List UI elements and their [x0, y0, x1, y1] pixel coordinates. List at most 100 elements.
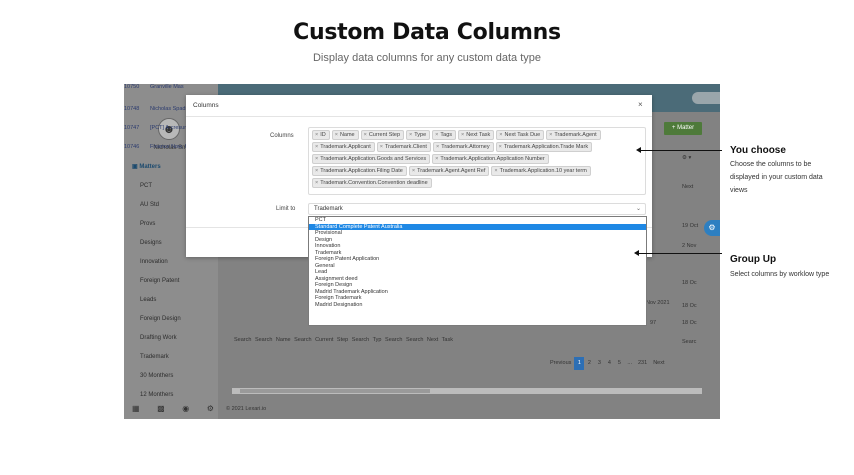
arrow-group-up: [634, 250, 722, 256]
remove-tag-icon[interactable]: ×: [315, 144, 318, 150]
chevron-down-icon: ⌄: [635, 206, 641, 212]
page-link[interactable]: ...: [624, 357, 635, 370]
sidebar-item[interactable]: Leads: [124, 291, 218, 310]
row-id[interactable]: 10746: [124, 144, 150, 150]
page-link[interactable]: 5: [614, 357, 624, 370]
column-tag[interactable]: × Current Step: [360, 130, 405, 140]
page: Custom Data Columns Display data columns…: [0, 0, 854, 475]
grid-icon[interactable]: ▩: [157, 404, 165, 413]
remove-tag-icon[interactable]: ×: [549, 132, 552, 138]
limit-to-value: Trademark: [314, 206, 343, 212]
column-tag[interactable]: × Type: [406, 130, 431, 140]
remove-tag-icon[interactable]: ×: [409, 132, 412, 138]
annotation-title: Group Up: [730, 254, 777, 265]
topbar-search-input[interactable]: [692, 92, 720, 104]
sidebar-item[interactable]: Drafting Work: [124, 329, 218, 348]
right-column-cell: 19 Oct: [682, 223, 699, 229]
copyright: © 2021 Lexari.io: [226, 406, 267, 412]
page-link[interactable]: 3: [594, 357, 604, 370]
annotation-desc: Select columns by worklow type: [730, 271, 830, 278]
column-tag-label: Trademark.Client: [384, 144, 427, 150]
sidebar-item[interactable]: Foreign Patent: [124, 272, 218, 291]
column-tag-label: Trademark.Application.Application Number: [440, 156, 545, 162]
page-link[interactable]: 4: [604, 357, 614, 370]
column-tag-label: Next Task: [466, 132, 491, 138]
column-tag[interactable]: × ID: [312, 130, 330, 140]
column-tag[interactable]: × Trademark.Application.Goods and Service…: [312, 154, 431, 164]
remove-tag-icon[interactable]: ×: [435, 132, 438, 138]
column-tag[interactable]: × Trademark.Agent.Agent Ref: [408, 166, 490, 176]
table-search-row[interactable]: Search Search Name Search Current Step S…: [234, 337, 453, 343]
remove-tag-icon[interactable]: ×: [499, 132, 502, 138]
scrollbar-thumb[interactable]: [240, 389, 430, 393]
sidebar-item-label: Foreign Patent: [140, 278, 180, 284]
column-tag[interactable]: × Trademark.Application.10 year term: [491, 166, 591, 176]
column-tag[interactable]: × Trademark.Application.Trade Mark: [495, 142, 593, 152]
close-icon[interactable]: ×: [638, 100, 643, 109]
pagination: Previous 1 2 3 4 5... 231 Next: [547, 357, 668, 370]
remove-tag-icon[interactable]: ×: [380, 144, 383, 150]
row-name[interactable]: Granville Mas: [150, 84, 184, 90]
page-link[interactable]: 2: [584, 357, 594, 370]
column-tag[interactable]: × Trademark.Client: [376, 142, 431, 152]
column-tag[interactable]: × Next Task: [458, 130, 495, 140]
sidebar-item-label: Trademark: [140, 354, 169, 360]
column-tag[interactable]: × Trademark.Application.Filing Date: [312, 166, 407, 176]
sidebar-item[interactable]: Trademark: [124, 348, 218, 367]
table-row[interactable]: 10750 Granville Mas: [124, 84, 184, 90]
remove-tag-icon[interactable]: ×: [364, 132, 367, 138]
row-name[interactable]: [PCT] A-cresum: [150, 125, 189, 131]
remove-tag-icon[interactable]: ×: [461, 132, 464, 138]
column-tag[interactable]: × Trademark.Applicant: [312, 142, 375, 152]
column-tag[interactable]: × Next Task Due: [496, 130, 545, 140]
globe-icon[interactable]: ◉: [182, 404, 189, 413]
row-id[interactable]: 10747: [124, 125, 150, 131]
page-link[interactable]: Next: [650, 357, 667, 370]
column-tag[interactable]: × Tags: [432, 130, 457, 140]
table-row[interactable]: 10747 [PCT] A-cresum: [124, 125, 189, 131]
row-id[interactable]: 10750: [124, 84, 150, 90]
page-link[interactable]: 231: [635, 357, 650, 370]
remove-tag-icon[interactable]: ×: [315, 132, 318, 138]
remove-tag-icon[interactable]: ×: [315, 180, 318, 186]
right-column-cell: 18 Oc: [682, 303, 697, 309]
page-link[interactable]: Previous: [547, 357, 574, 370]
sidebar-item[interactable]: Foreign Design: [124, 310, 218, 329]
remove-tag-icon[interactable]: ×: [494, 168, 497, 174]
column-tag[interactable]: × Trademark.Agent: [546, 130, 601, 140]
column-tag[interactable]: × Name: [331, 130, 359, 140]
remove-tag-icon[interactable]: ×: [315, 156, 318, 162]
column-tag[interactable]: × Trademark.Application.Application Numbe…: [432, 154, 549, 164]
horizontal-scrollbar[interactable]: [232, 388, 702, 394]
sidebar-item[interactable]: 12 Monthers: [124, 386, 218, 405]
remove-tag-icon[interactable]: ×: [435, 156, 438, 162]
column-tag-label: Name: [339, 132, 355, 138]
column-tag-label: Tags: [440, 132, 453, 138]
limit-to-select[interactable]: Trademark ⌄: [308, 203, 646, 215]
remove-tag-icon[interactable]: ×: [335, 132, 338, 138]
column-tag[interactable]: × Trademark.Convention.Convention deadlin…: [312, 178, 432, 188]
right-column-cell: 18 Oc: [682, 280, 697, 286]
remove-tag-icon[interactable]: ×: [412, 168, 415, 174]
calendar-icon[interactable]: ▦: [132, 404, 140, 413]
settings-fab-icon[interactable]: ⚙: [704, 220, 720, 236]
column-tag-label: Type: [414, 132, 427, 138]
sidebar-item-label: Innovation: [140, 259, 168, 265]
row-id[interactable]: 10748: [124, 106, 150, 112]
column-tag[interactable]: × Trademark.Attorney: [432, 142, 494, 152]
columns-tag-input[interactable]: × ID × Name × Current Step × Type × Tags × Next Tas…: [308, 127, 646, 195]
page-link[interactable]: 1: [574, 357, 585, 370]
column-tag-label: Trademark.Application.Goods and Services: [320, 156, 427, 162]
right-column-cell: 18 Oc: [682, 320, 697, 326]
table-row[interactable]: 10748 Nicholas Spadre: [124, 106, 190, 112]
add-matter-button[interactable]: + Matter: [664, 122, 702, 135]
sidebar-item[interactable]: 30 Monthers: [124, 367, 218, 386]
table-row[interactable]: 10746 Finance Now, Pu: [124, 144, 192, 150]
right-column-cell: Nov 2021: [646, 300, 670, 306]
row-name[interactable]: Nicholas Spadre: [150, 106, 190, 112]
remove-tag-icon[interactable]: ×: [436, 144, 439, 150]
dropdown-option[interactable]: Madrid Designation: [309, 302, 646, 309]
settings-icon[interactable]: ⚙: [207, 404, 214, 413]
remove-tag-icon[interactable]: ×: [499, 144, 502, 150]
remove-tag-icon[interactable]: ×: [315, 168, 318, 174]
